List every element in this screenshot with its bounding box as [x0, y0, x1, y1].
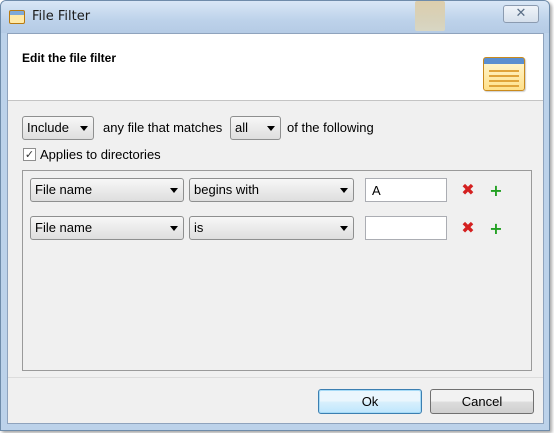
remove-rule-icon[interactable]: ✖ [460, 182, 476, 198]
include-exclude-dropdown[interactable]: Include [22, 116, 94, 140]
attribute-dropdown[interactable]: File name [30, 178, 184, 202]
add-rule-icon[interactable]: + [489, 220, 503, 238]
header-title: Edit the file filter [22, 51, 117, 65]
add-rule-icon[interactable]: + [489, 182, 503, 200]
match-type-value: all [235, 120, 249, 135]
footer-divider [8, 377, 543, 378]
close-button[interactable]: ✕ [503, 5, 539, 23]
rule-value-input[interactable] [365, 216, 447, 240]
chevron-down-icon [80, 126, 88, 131]
ok-button[interactable]: Ok [318, 389, 422, 414]
filter-mode-row: Include any file that matches all of the… [22, 116, 522, 140]
title-bar[interactable]: File Filter ✕ [1, 1, 549, 33]
dialog-body: Edit the file filter Include any file th… [7, 33, 544, 424]
remove-rule-icon[interactable]: ✖ [460, 220, 476, 236]
chevron-down-icon [340, 226, 348, 231]
operator-dropdown[interactable]: is [189, 216, 354, 240]
include-exclude-value: Include [27, 120, 69, 135]
attribute-dropdown[interactable]: File name [30, 216, 184, 240]
rule-value-input[interactable] [365, 178, 447, 202]
rules-panel: File name begins with ✖ + File name is [22, 170, 532, 371]
window-title: File Filter [32, 9, 91, 24]
rule-row: File name begins with ✖ + [23, 178, 531, 202]
chevron-down-icon [170, 226, 178, 231]
operator-dropdown[interactable]: begins with [189, 178, 354, 202]
background-window-icon [415, 1, 445, 31]
following-label: of the following [287, 120, 374, 135]
chevron-down-icon [340, 188, 348, 193]
file-filter-window: File Filter ✕ Edit the file filter Inclu… [0, 0, 550, 431]
match-type-dropdown[interactable]: all [230, 116, 281, 140]
applies-to-directories-label[interactable]: Applies to directories [40, 147, 161, 163]
attribute-value: File name [35, 182, 93, 197]
dialog-header: Edit the file filter [8, 34, 543, 101]
app-icon [9, 10, 25, 24]
applies-to-directories-checkbox[interactable]: ✓ [23, 148, 36, 161]
cancel-button[interactable]: Cancel [430, 389, 534, 414]
matches-label: any file that matches [103, 120, 223, 135]
file-filter-icon [483, 57, 525, 91]
attribute-value: File name [35, 220, 93, 235]
operator-value: begins with [194, 182, 260, 197]
rule-row: File name is ✖ + [23, 216, 531, 240]
chevron-down-icon [267, 126, 275, 131]
operator-value: is [194, 220, 204, 235]
applies-to-directories-row[interactable]: ✓ Applies to directories [22, 147, 322, 163]
chevron-down-icon [170, 188, 178, 193]
